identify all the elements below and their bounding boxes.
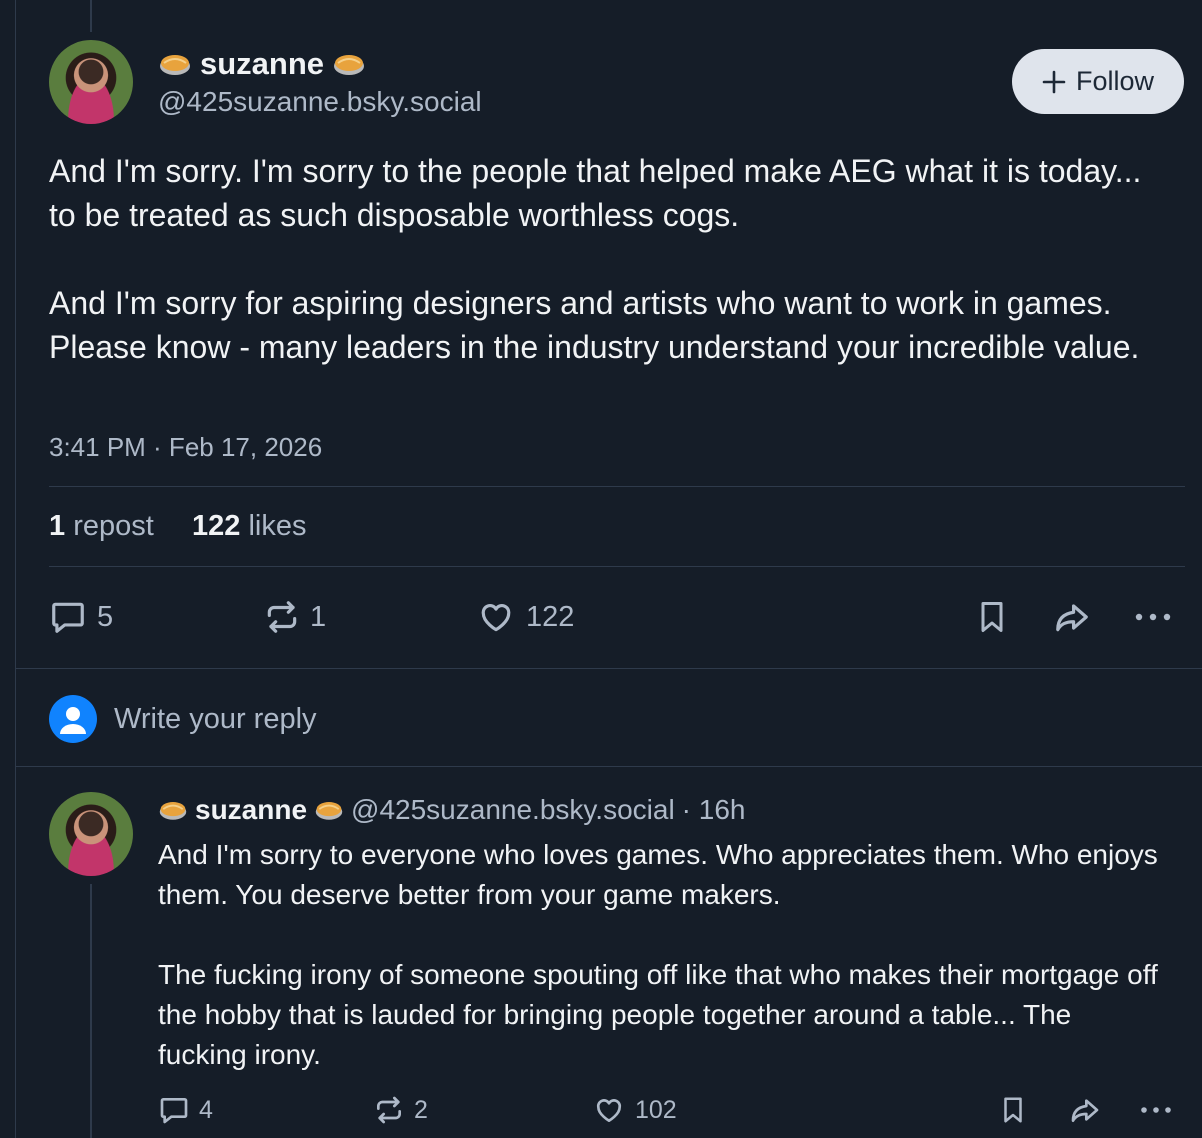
avatar[interactable] <box>49 792 133 876</box>
author-handle[interactable]: @425suzanne.bsky.social <box>158 86 482 118</box>
follow-button[interactable]: Follow <box>1012 49 1184 114</box>
left-border <box>15 0 16 1138</box>
bookmark-button[interactable] <box>998 1093 1028 1127</box>
thread-line-top <box>90 0 92 32</box>
like-count: 122 <box>526 600 575 633</box>
reply-button[interactable]: 5 <box>49 597 113 637</box>
divider <box>49 486 1185 487</box>
like-button[interactable]: 102 <box>592 1093 677 1127</box>
pie-icon <box>315 802 343 820</box>
reply-author-name[interactable]: suzanne <box>195 794 307 826</box>
repost-arrows-icon <box>267 601 297 633</box>
share-arrow-icon <box>1056 604 1088 632</box>
reply-author-handle[interactable]: @425suzanne.bsky.social <box>351 794 675 826</box>
ellipsis-icon <box>1135 613 1171 621</box>
heart-icon <box>596 1099 622 1122</box>
section-divider <box>15 668 1202 669</box>
reply-header: suzanne @425suzanne.bsky.social · 16h <box>158 790 746 830</box>
like-stat-label: likes <box>248 510 307 542</box>
follow-label: Follow <box>1075 66 1155 96</box>
ellipsis-icon <box>1141 1107 1171 1113</box>
share-button[interactable] <box>1050 597 1094 637</box>
post-paragraph-2: And I'm sorry for aspiring designers and… <box>49 285 1140 365</box>
default-user-icon <box>49 695 97 743</box>
pie-icon <box>159 802 187 820</box>
like-count: 102 <box>635 1095 677 1124</box>
thread-line-reply <box>90 884 92 1138</box>
more-options-button[interactable] <box>1138 1093 1174 1127</box>
repost-count: 1 <box>310 600 327 633</box>
reply-count: 4 <box>199 1095 213 1124</box>
more-options-button[interactable] <box>1132 597 1174 637</box>
reply-composer[interactable]: Write your reply <box>49 694 1169 744</box>
divider <box>49 566 1185 567</box>
share-button[interactable] <box>1066 1093 1104 1127</box>
pie-icon <box>334 55 365 75</box>
pie-icon <box>160 55 190 75</box>
repost-button[interactable]: 1 <box>262 597 326 637</box>
like-stat-count: 122 <box>192 510 241 542</box>
speech-bubble-icon <box>160 1098 188 1124</box>
repost-button[interactable]: 2 <box>372 1093 428 1127</box>
section-divider <box>15 766 1202 767</box>
bookmark-icon <box>1004 1097 1022 1123</box>
author-display-name: suzanne <box>200 46 325 81</box>
reply-paragraph-1: And I'm sorry to everyone who loves game… <box>158 839 1166 910</box>
repost-arrows-icon <box>377 1096 401 1124</box>
repost-stat-count: 1 <box>49 510 66 542</box>
like-button[interactable]: 122 <box>476 597 574 637</box>
share-arrow-icon <box>1071 1099 1099 1122</box>
post-paragraph-1: And I'm sorry. I'm sorry to the people t… <box>49 153 1151 233</box>
author-name-row[interactable]: suzanne <box>158 44 366 84</box>
repost-count: 2 <box>414 1095 428 1124</box>
repost-stat[interactable]: 1 repost <box>49 510 154 543</box>
reply-count: 5 <box>97 600 114 633</box>
plus-icon <box>1042 70 1066 93</box>
speech-bubble-icon <box>52 602 84 633</box>
reply-button[interactable]: 4 <box>158 1093 213 1127</box>
like-stat[interactable]: 122 likes <box>192 510 306 543</box>
bookmark-icon <box>981 602 1003 632</box>
avatar[interactable] <box>49 40 133 124</box>
reply-paragraph-2: The fucking irony of someone spouting of… <box>158 959 1166 1070</box>
reply-placeholder: Write your reply <box>114 702 317 735</box>
repost-stat-label: repost <box>73 510 154 542</box>
post-timestamp[interactable]: 3:41 PM · Feb 17, 2026 <box>49 432 322 463</box>
bookmark-button[interactable] <box>974 597 1010 637</box>
heart-icon <box>481 604 511 632</box>
reply-time[interactable]: · 16h <box>682 794 746 826</box>
